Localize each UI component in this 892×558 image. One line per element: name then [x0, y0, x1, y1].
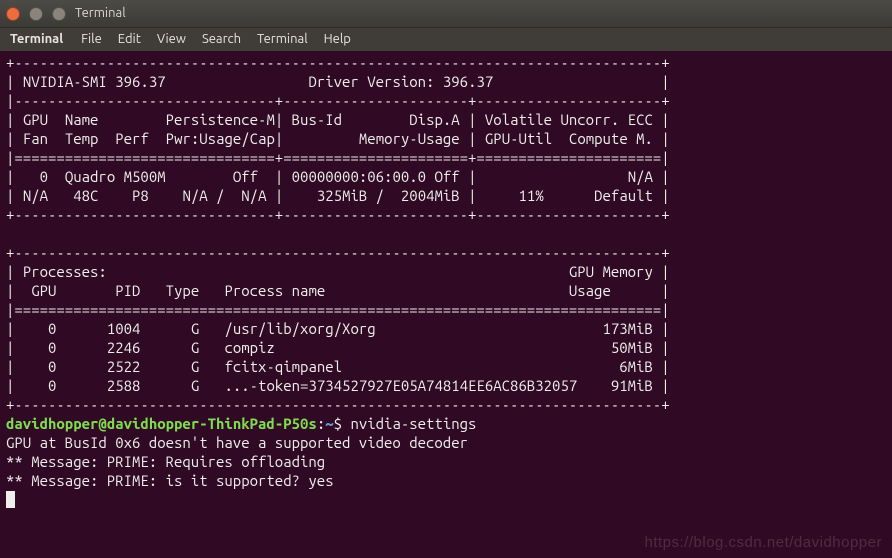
nvidia-smi-col-header-2: | Fan Temp Perf Pwr:Usage/Cap| Memory-Us…: [6, 130, 670, 147]
proc-row-0: | 0 1004 G /usr/lib/xorg/Xorg 173MiB |: [6, 320, 670, 337]
minimize-icon[interactable]: [29, 7, 43, 21]
prompt-line: davidhopper@davidhopper-ThinkPad-P50s:~$…: [6, 415, 476, 432]
window-titlebar: Terminal: [0, 0, 892, 28]
output-line-2: ** Message: PRIME: is it supported? yes: [6, 472, 334, 489]
cursor-icon: [6, 491, 15, 508]
nvidia-smi-col-sep: |===============================+=======…: [6, 149, 670, 166]
proc-top-border: +---------------------------------------…: [6, 244, 670, 261]
maximize-icon[interactable]: [52, 7, 66, 21]
proc-header-1: | Processes: GPU Memory |: [6, 263, 670, 280]
menubar-app-label: Terminal: [4, 30, 73, 49]
prompt-command: nvidia-settings: [350, 415, 476, 432]
nvidia-smi-bottom-sep: +-------------------------------+-------…: [6, 206, 670, 223]
menubar: Terminal File Edit View Search Terminal …: [0, 28, 892, 51]
menu-view[interactable]: View: [149, 30, 194, 49]
nvidia-smi-gpu-row-b: | N/A 48C P8 N/A / N/A | 325MiB / 2004Mi…: [6, 187, 670, 204]
proc-bottom-border: +---------------------------------------…: [6, 396, 670, 413]
prompt-path: ~: [325, 415, 333, 432]
menu-file[interactable]: File: [73, 30, 110, 49]
prompt-host: davidhopper-ThinkPad-P50s: [107, 415, 317, 432]
prompt-user: davidhopper: [6, 415, 98, 432]
menu-terminal[interactable]: Terminal: [249, 30, 316, 49]
nvidia-smi-top-border: +---------------------------------------…: [6, 54, 670, 71]
close-icon[interactable]: [6, 7, 20, 21]
watermark: https://blog.csdn.net/davidhopper: [645, 533, 883, 552]
proc-header-2: | GPU PID Type Process name Usage |: [6, 282, 670, 299]
terminal-output[interactable]: +---------------------------------------…: [0, 51, 892, 515]
nvidia-smi-gpu-row-a: | 0 Quadro M500M Off | 00000000:06:00.0 …: [6, 168, 670, 185]
menu-edit[interactable]: Edit: [110, 30, 149, 49]
nvidia-smi-version-line: | NVIDIA-SMI 396.37 Driver Version: 396.…: [6, 73, 670, 90]
proc-header-sep: |=======================================…: [6, 301, 670, 318]
window-title: Terminal: [75, 4, 126, 23]
output-line-1: ** Message: PRIME: Requires offloading: [6, 453, 325, 470]
proc-row-1: | 0 2246 G compiz 50MiB |: [6, 339, 670, 356]
proc-row-3: | 0 2588 G ...-token=3734527927E05A74814…: [6, 377, 670, 394]
menu-help[interactable]: Help: [316, 30, 359, 49]
menu-search[interactable]: Search: [194, 30, 249, 49]
blank-line: [6, 225, 670, 242]
proc-row-2: | 0 2522 G fcitx-qimpanel 6MiB |: [6, 358, 670, 375]
output-line-0: GPU at BusId 0x6 doesn't have a supporte…: [6, 434, 468, 451]
nvidia-smi-header-sep: |-------------------------------+-------…: [6, 92, 670, 109]
nvidia-smi-col-header-1: | GPU Name Persistence-M| Bus-Id Disp.A …: [6, 111, 670, 128]
